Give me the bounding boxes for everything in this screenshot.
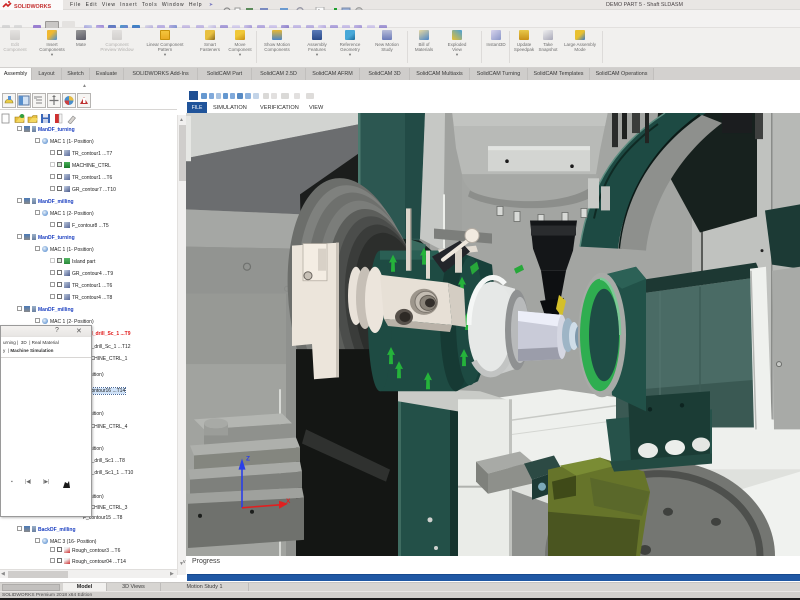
svg-text:Z: Z	[246, 456, 250, 463]
svg-text:X: X	[286, 498, 291, 505]
